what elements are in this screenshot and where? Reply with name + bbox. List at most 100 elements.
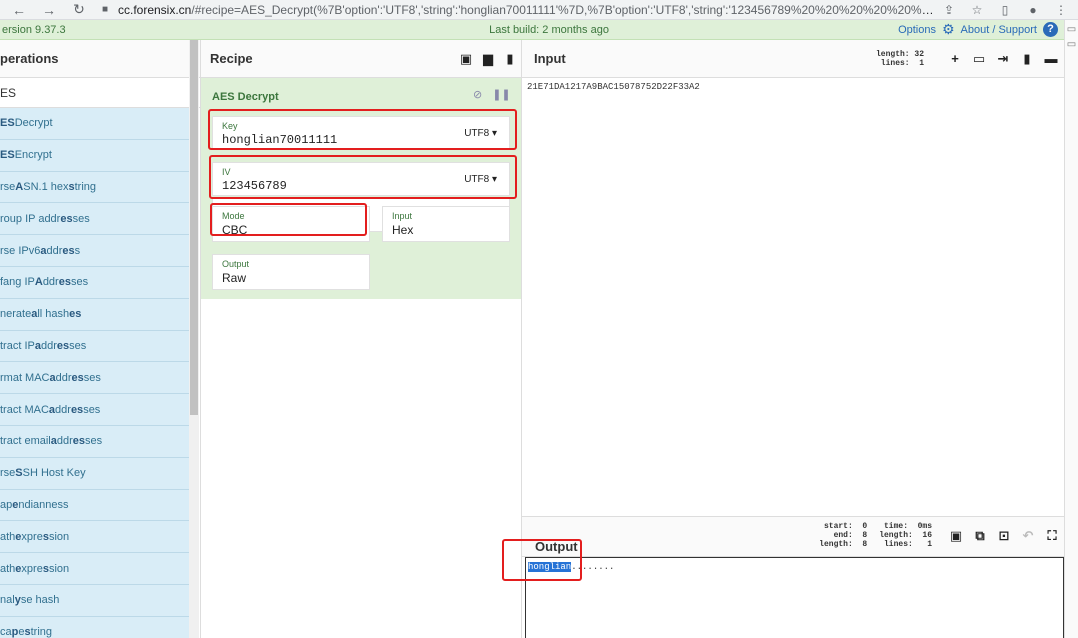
operation-item-text: S xyxy=(15,467,23,480)
operation-list-item[interactable]: ath e xpre s sion xyxy=(0,553,189,585)
options-link[interactable]: Options xyxy=(898,24,936,36)
operation-item-text: es xyxy=(62,244,75,257)
operations-scroll-thumb[interactable] xyxy=(190,40,198,415)
operation-item-text: ndianness xyxy=(18,498,69,511)
input-panel: Input length: 32 lines: 1 + ▭ ⇥ ▮ ▬ 21E7… xyxy=(522,40,1064,516)
operation-list-item[interactable]: tract MAC a ddr es ses xyxy=(0,394,189,426)
operation-item-text: se hash xyxy=(20,594,60,607)
pause-icon[interactable]: ❚❚ xyxy=(492,88,510,101)
operation-list-item[interactable]: ES Decrypt xyxy=(0,108,189,140)
layout-icon[interactable]: ▬ xyxy=(1040,51,1062,66)
mode-field[interactable]: Mode CBC xyxy=(212,206,370,242)
folder-open-icon[interactable]: ▭ xyxy=(968,51,990,67)
trash-icon[interactable]: ▮ xyxy=(499,51,521,67)
fullscreen-icon[interactable]: ⛶ xyxy=(1040,528,1064,544)
output-stats-selection: start: 0 end: 8 length: 8 xyxy=(819,522,868,549)
side-icon: ▭ xyxy=(1066,24,1077,35)
disable-icon[interactable]: ⊘ xyxy=(473,88,482,101)
plus-icon[interactable]: + xyxy=(944,51,966,66)
operation-list-item[interactable]: rse A SN.1 hex s tring xyxy=(0,171,189,204)
input-format-value[interactable]: Hex xyxy=(392,223,413,237)
operation-list-item[interactable]: rse IPv6 a ddr es s xyxy=(0,235,189,267)
operation-item-text: SN.1 hex xyxy=(23,180,69,193)
address-bar[interactable]: cc.forensix.cn/#recipe=AES_Decrypt(%7B'o… xyxy=(118,3,938,17)
key-field[interactable]: Key honglian70011111 UTF8 ▾ xyxy=(212,116,510,150)
side-icon: ▭ xyxy=(1066,39,1077,50)
operation-item-text: es xyxy=(71,371,84,384)
operation-item-text: es xyxy=(72,435,86,448)
menu-kebab-icon[interactable]: ⋮ xyxy=(1050,3,1072,17)
operation-item-text: es xyxy=(58,276,71,289)
input-format-field[interactable]: Input Hex xyxy=(382,206,510,242)
operation-item-text: ses xyxy=(85,435,103,448)
mode-value[interactable]: CBC xyxy=(222,223,247,237)
operation-item-text: rmat MAC xyxy=(0,371,50,384)
key-encoding-dropdown[interactable]: UTF8 ▾ xyxy=(464,128,497,139)
operation-list-item[interactable]: nal y se hash xyxy=(0,584,189,617)
operations-search-input[interactable]: ES xyxy=(0,78,200,108)
iv-field[interactable]: IV 123456789 UTF8 ▾ xyxy=(212,162,510,196)
operation-list-item[interactable]: roup IP addr es ses xyxy=(0,203,189,236)
about-support-link[interactable]: About / Support xyxy=(961,24,1037,36)
mode-label: Mode xyxy=(222,211,245,221)
operation-list-item[interactable]: rmat MAC a ddr es ses xyxy=(0,362,189,395)
undo-icon[interactable]: ↶ xyxy=(1016,528,1040,544)
operation-list-item[interactable]: ath e xpre s sion xyxy=(0,521,189,554)
operation-item-text: ddr xyxy=(40,339,57,352)
output-format-field[interactable]: Output Raw xyxy=(212,254,370,290)
operation-title: AES Decrypt xyxy=(212,91,279,103)
operation-item-text: ddr xyxy=(42,276,59,289)
operation-list-item[interactable]: ES Encrypt xyxy=(0,139,189,172)
url-host: cc.forensix.cn xyxy=(118,2,192,17)
operation-list-item[interactable]: tract IP a ddr es ses xyxy=(0,330,189,363)
back-arrow-icon[interactable]: ← xyxy=(8,2,30,18)
sidepanel-icon[interactable]: ▯ xyxy=(994,3,1016,17)
input-format-label: Input xyxy=(392,211,413,221)
gear-icon[interactable]: ⚙ xyxy=(942,21,955,38)
operation-item-text: es xyxy=(60,212,73,225)
operations-title: perations xyxy=(0,40,200,78)
key-value[interactable]: honglian70011111 xyxy=(222,133,337,147)
replace-input-icon[interactable]: ⊡ xyxy=(992,528,1016,544)
recipe-panel: Recipe ▣ ▆ ▮ AES Decrypt ⊘ ❚❚ Key hongli… xyxy=(200,40,522,638)
recipe-title: Recipe xyxy=(210,51,253,66)
operation-item-text: ddr xyxy=(55,371,72,384)
operation-item-text: A xyxy=(34,276,43,289)
operation-item-text: ddr xyxy=(46,244,63,257)
share-icon[interactable]: ⇪ xyxy=(938,3,960,17)
operation-item-text: tract MAC xyxy=(0,403,49,416)
lock-icon[interactable]: ■ xyxy=(102,4,114,15)
operation-list-item[interactable]: rse S SH Host Key xyxy=(0,457,189,490)
iv-encoding-dropdown[interactable]: UTF8 ▾ xyxy=(464,174,497,185)
operation-item-text: SH Host Key xyxy=(22,467,86,480)
trash-icon[interactable]: ▮ xyxy=(1016,51,1038,67)
output-selected-text: honglian xyxy=(528,562,572,572)
output-title: Output xyxy=(535,539,578,554)
recipe-operation-aes-decrypt[interactable]: AES Decrypt ⊘ ❚❚ Key honglian70011111 UT… xyxy=(201,78,521,299)
profile-icon[interactable]: ● xyxy=(1022,3,1044,17)
operation-item-text: roup IP addr xyxy=(0,212,61,225)
operation-list-item[interactable]: ca p e s tring xyxy=(0,616,189,638)
operation-item-text: rse xyxy=(0,180,16,193)
import-icon[interactable]: ⇥ xyxy=(992,51,1014,67)
operation-list-item[interactable]: ap e ndianness xyxy=(0,489,189,522)
reload-icon[interactable]: ↻ xyxy=(68,1,90,18)
iv-value[interactable]: 123456789 xyxy=(222,179,287,193)
output-format-value[interactable]: Raw xyxy=(222,271,246,285)
operation-item-text: rse IPv6 xyxy=(0,244,41,257)
operation-item-text: ath xyxy=(0,562,16,575)
forward-arrow-icon[interactable]: → xyxy=(38,2,60,18)
folder-icon[interactable]: ▆ xyxy=(477,51,499,67)
operation-list-item[interactable]: tract email a ddr es ses xyxy=(0,425,189,458)
save-icon[interactable]: ▣ xyxy=(944,528,968,544)
input-textarea[interactable]: 21E71DA1217A9BAC15078752D22F33A2 xyxy=(527,82,700,92)
help-icon[interactable]: ? xyxy=(1043,22,1058,37)
operation-item-text: nerate xyxy=(0,308,32,321)
save-icon[interactable]: ▣ xyxy=(455,51,477,67)
output-textarea[interactable]: honglian........ xyxy=(525,557,1064,638)
operation-list-item[interactable]: fang IP Addr es ses xyxy=(0,266,189,299)
star-icon[interactable]: ☆ xyxy=(966,3,988,17)
copy-icon[interactable]: ⧉ xyxy=(968,528,992,544)
operation-item-text: Decrypt xyxy=(14,117,53,130)
operation-list-item[interactable]: nerate a ll hash es xyxy=(0,298,189,331)
